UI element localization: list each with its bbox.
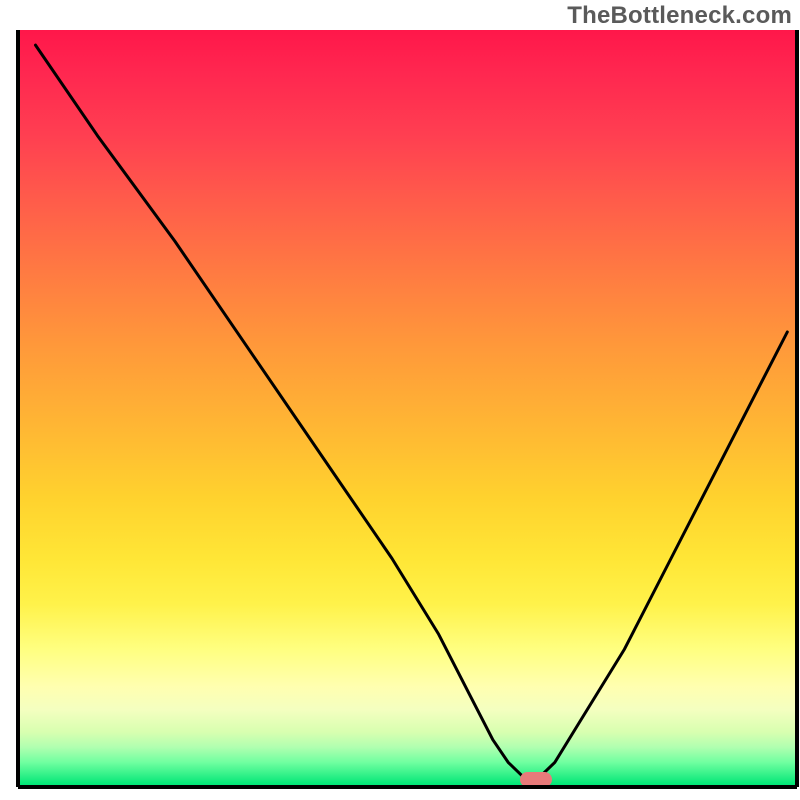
chart-frame: TheBottleneck.com xyxy=(0,0,800,800)
bottleneck-chart xyxy=(0,0,800,800)
optimal-marker xyxy=(520,772,552,787)
heatmap-background xyxy=(20,30,795,785)
watermark-label: TheBottleneck.com xyxy=(567,2,792,30)
